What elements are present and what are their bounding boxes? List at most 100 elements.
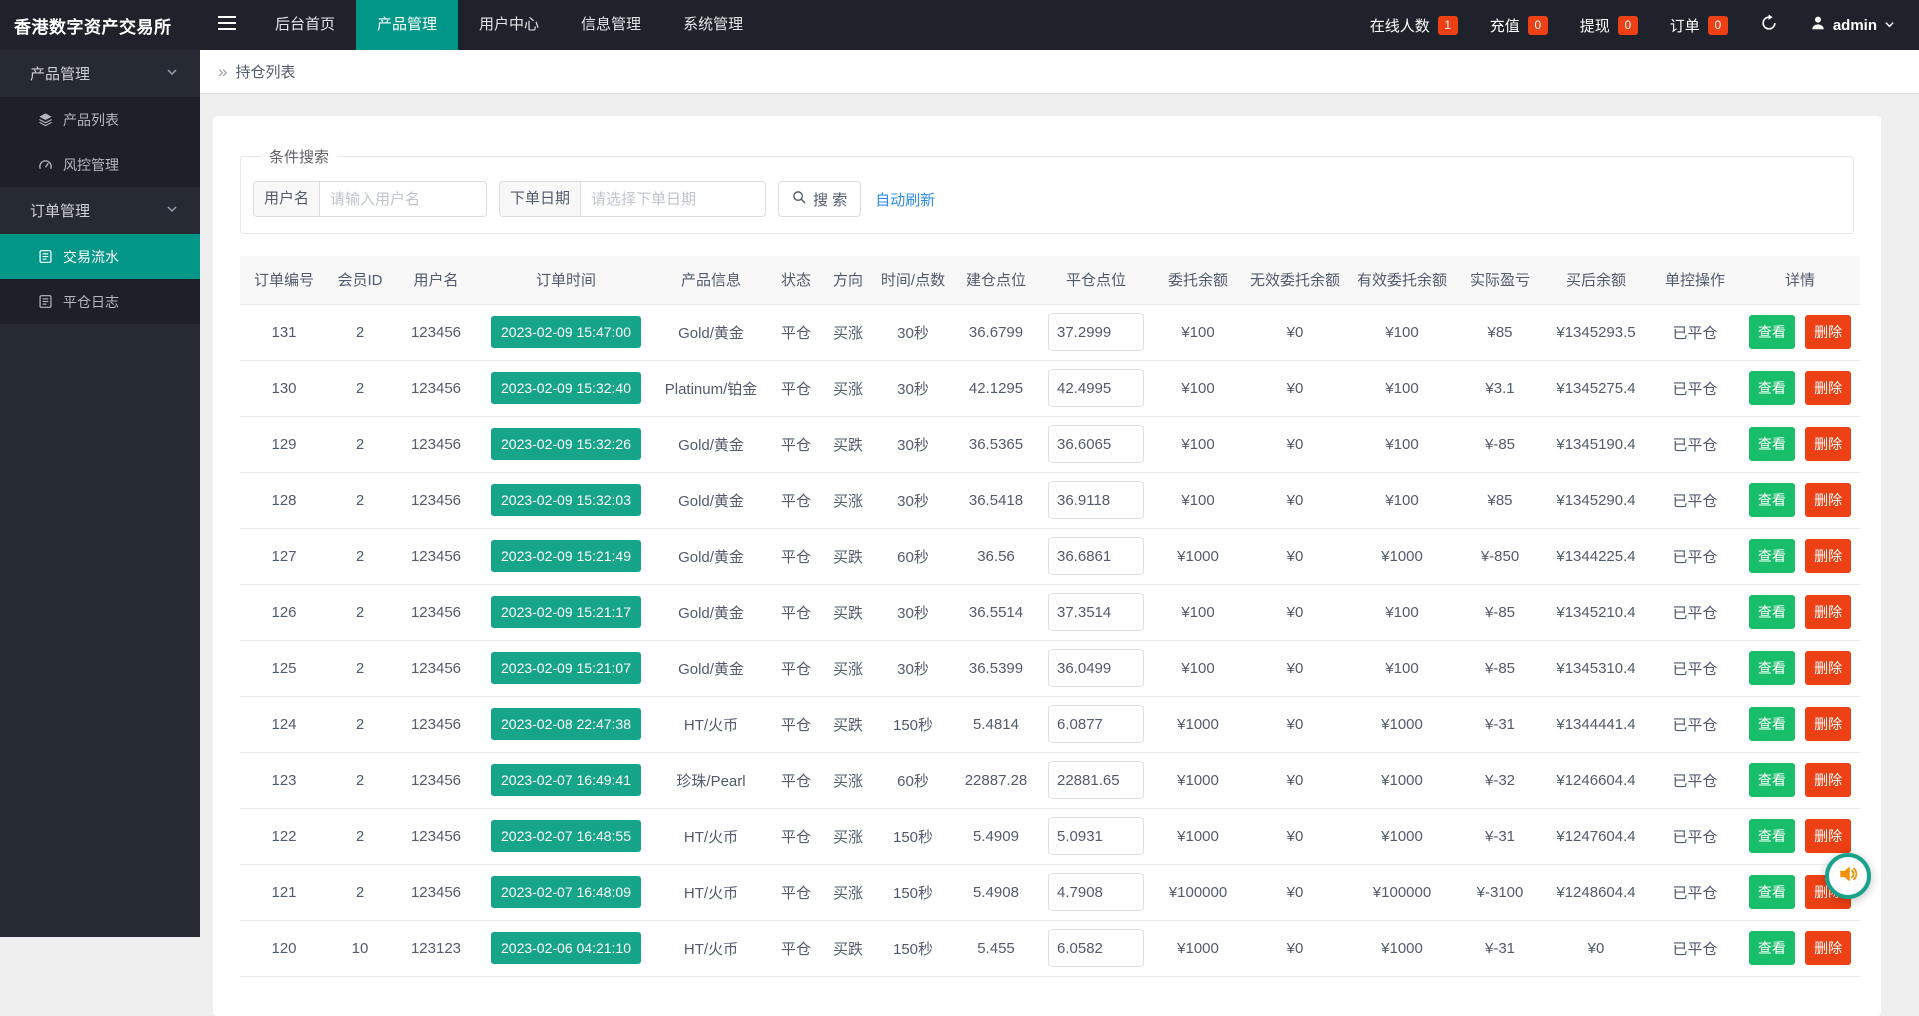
cell-product: Gold/黄金 <box>652 528 770 584</box>
sidebar-group-order-header[interactable]: 订单管理 <box>0 187 200 234</box>
delete-button[interactable]: 删除 <box>1805 483 1851 517</box>
close-point-input[interactable] <box>1048 313 1144 351</box>
cell-valid-entrust: ¥100 <box>1346 416 1458 472</box>
cell-username: 123456 <box>392 864 480 920</box>
close-point-input[interactable] <box>1048 593 1144 631</box>
cell-entrust-balance: ¥100 <box>1152 416 1244 472</box>
sound-toggle-button[interactable] <box>1825 853 1871 899</box>
order-time-button[interactable]: 2023-02-07 16:49:41 <box>491 764 641 796</box>
sidebar-item[interactable]: 交易流水 <box>0 234 200 279</box>
cell-duration: 30秒 <box>874 472 952 528</box>
order-time-button[interactable]: 2023-02-09 15:47:00 <box>491 316 641 348</box>
view-button[interactable]: 查看 <box>1749 315 1795 349</box>
sidebar-group-product-header[interactable]: 产品管理 <box>0 50 200 97</box>
view-button[interactable]: 查看 <box>1749 819 1795 853</box>
delete-button[interactable]: 删除 <box>1805 651 1851 685</box>
view-button[interactable]: 查看 <box>1749 875 1795 909</box>
nav-item[interactable]: 信息管理 <box>560 0 662 50</box>
close-point-input[interactable] <box>1048 761 1144 799</box>
cell-member-id: 2 <box>328 360 392 416</box>
cell-open-point: 42.1295 <box>952 360 1040 416</box>
delete-button[interactable]: 删除 <box>1805 315 1851 349</box>
close-point-input[interactable] <box>1048 649 1144 687</box>
order-time-button[interactable]: 2023-02-09 15:32:26 <box>491 428 641 460</box>
sidebar-toggle-button[interactable] <box>200 0 254 50</box>
cell-invalid-entrust: ¥0 <box>1244 528 1346 584</box>
order-date-input[interactable] <box>580 181 766 217</box>
cell-control-status: 已平仓 <box>1650 472 1740 528</box>
list-icon <box>38 249 53 264</box>
sidebar-item[interactable]: 产品列表 <box>0 97 200 142</box>
nav-stat[interactable]: 在线人数 1 <box>1370 15 1458 36</box>
cell-status: 平仓 <box>770 808 822 864</box>
order-time-button[interactable]: 2023-02-09 15:32:03 <box>491 484 641 516</box>
close-point-input[interactable] <box>1048 873 1144 911</box>
username-input[interactable] <box>319 181 487 217</box>
view-button[interactable]: 查看 <box>1749 595 1795 629</box>
delete-button[interactable]: 删除 <box>1805 707 1851 741</box>
order-time-button[interactable]: 2023-02-09 15:32:40 <box>491 372 641 404</box>
view-button[interactable]: 查看 <box>1749 651 1795 685</box>
nav-stat[interactable]: 订单 0 <box>1670 15 1728 36</box>
order-time-button[interactable]: 2023-02-09 15:21:17 <box>491 596 641 628</box>
order-time-button[interactable]: 2023-02-09 15:21:07 <box>491 652 641 684</box>
cell-actions: 查看 删除 <box>1740 472 1860 528</box>
cell-profit: ¥3.1 <box>1458 360 1542 416</box>
view-button[interactable]: 查看 <box>1749 483 1795 517</box>
view-button[interactable]: 查看 <box>1749 707 1795 741</box>
cell-open-point: 5.4908 <box>952 864 1040 920</box>
delete-button[interactable]: 删除 <box>1805 595 1851 629</box>
order-time-button[interactable]: 2023-02-07 16:48:55 <box>491 820 641 852</box>
cell-member-id: 2 <box>328 416 392 472</box>
cell-invalid-entrust: ¥0 <box>1244 472 1346 528</box>
order-time-button[interactable]: 2023-02-07 16:48:09 <box>491 876 641 908</box>
breadcrumb: » 持仓列表 <box>200 50 1919 93</box>
cell-entrust-balance: ¥100 <box>1152 584 1244 640</box>
delete-button[interactable]: 删除 <box>1805 931 1851 965</box>
user-menu[interactable]: admin <box>1810 15 1895 35</box>
view-button[interactable]: 查看 <box>1749 427 1795 461</box>
cell-order-id: 124 <box>240 696 328 752</box>
delete-button[interactable]: 删除 <box>1805 763 1851 797</box>
order-time-button[interactable]: 2023-02-08 22:47:38 <box>491 708 641 740</box>
view-button[interactable]: 查看 <box>1749 763 1795 797</box>
view-button[interactable]: 查看 <box>1749 371 1795 405</box>
nav-item[interactable]: 产品管理 <box>356 0 458 50</box>
close-point-input[interactable] <box>1048 481 1144 519</box>
close-point-input[interactable] <box>1048 425 1144 463</box>
view-button[interactable]: 查看 <box>1749 539 1795 573</box>
nav-item[interactable]: 用户中心 <box>458 0 560 50</box>
cell-direction: 买涨 <box>822 808 874 864</box>
delete-button[interactable]: 删除 <box>1805 427 1851 461</box>
cell-duration: 60秒 <box>874 752 952 808</box>
order-time-button[interactable]: 2023-02-09 15:21:49 <box>491 540 641 572</box>
nav-stat[interactable]: 充值 0 <box>1490 15 1548 36</box>
nav-item[interactable]: 系统管理 <box>662 0 764 50</box>
cell-order-id: 122 <box>240 808 328 864</box>
auto-refresh-link[interactable]: 自动刷新 <box>875 189 935 210</box>
cell-profit: ¥85 <box>1458 472 1542 528</box>
close-point-input[interactable] <box>1048 705 1144 743</box>
sidebar-item[interactable]: 平仓日志 <box>0 279 200 324</box>
search-button[interactable]: 搜 索 <box>778 181 861 217</box>
column-header: 会员ID <box>328 256 392 304</box>
cell-duration: 30秒 <box>874 360 952 416</box>
cell-order-id: 125 <box>240 640 328 696</box>
nav-stat[interactable]: 提现 0 <box>1580 15 1638 36</box>
close-point-input[interactable] <box>1048 929 1144 967</box>
close-point-input[interactable] <box>1048 537 1144 575</box>
sidebar-item[interactable]: 风控管理 <box>0 142 200 187</box>
cell-open-point: 36.5365 <box>952 416 1040 472</box>
close-point-input[interactable] <box>1048 369 1144 407</box>
refresh-button[interactable] <box>1760 14 1778 37</box>
close-point-input[interactable] <box>1048 817 1144 855</box>
delete-button[interactable]: 删除 <box>1805 819 1851 853</box>
delete-button[interactable]: 删除 <box>1805 539 1851 573</box>
nav-item[interactable]: 后台首页 <box>254 0 356 50</box>
table-row: 122 2 123456 2023-02-07 16:48:55 HT/火币 平… <box>240 808 1860 864</box>
cell-control-status: 已平仓 <box>1650 752 1740 808</box>
table-row: 120 10 123123 2023-02-06 04:21:10 HT/火币 … <box>240 920 1860 976</box>
view-button[interactable]: 查看 <box>1749 931 1795 965</box>
cell-valid-entrust: ¥100 <box>1346 472 1458 528</box>
delete-button[interactable]: 删除 <box>1805 371 1851 405</box>
